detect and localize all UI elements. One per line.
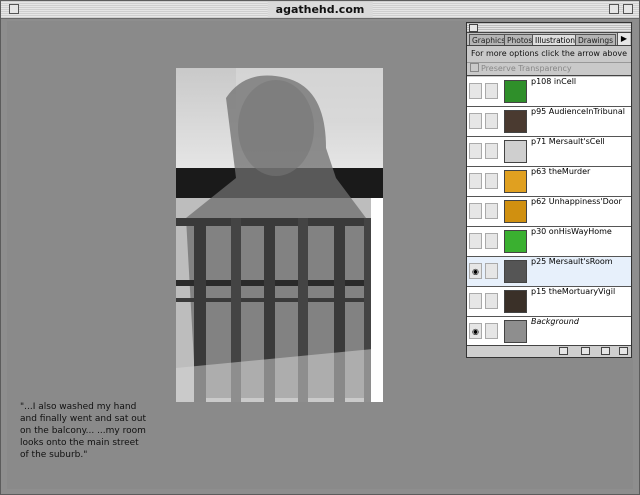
layer-row[interactable]: p95 AudienceInTribunal [467, 107, 631, 137]
quote-line: looks onto the main street [20, 438, 139, 448]
visibility-toggle[interactable] [469, 173, 482, 189]
palette-title-bar[interactable] [467, 23, 631, 33]
window-title: agathehd.com [267, 2, 373, 17]
layer-row[interactable]: p30 onHisWayHome [467, 227, 631, 257]
layer-thumbnail [504, 80, 527, 103]
palette-tabs: Graphics Photos Illustrations Drawings ▶ [467, 33, 631, 46]
new-layer-icon[interactable] [581, 347, 590, 355]
eye-icon[interactable]: ◉ [469, 263, 482, 279]
layer-thumbnail [504, 260, 527, 283]
visibility-toggle[interactable] [469, 233, 482, 249]
zoom-box[interactable] [609, 4, 619, 14]
close-box[interactable] [9, 4, 19, 14]
layer-name: p95 AudienceInTribunal [531, 107, 625, 116]
layer-thumbnail [504, 320, 527, 343]
link-toggle[interactable] [485, 233, 498, 249]
layer-name: p25 Mersault'sRoom [531, 257, 613, 266]
options-hint: For more options click the arrow above [467, 46, 631, 63]
palette-footer [467, 345, 631, 357]
layer-name: p71 Mersault'sCell [531, 137, 605, 146]
layer-name: p30 onHisWayHome [531, 227, 612, 236]
visibility-toggle[interactable] [469, 143, 482, 159]
preserve-transparency-label: Preserve Transparency [481, 64, 572, 73]
link-toggle[interactable] [485, 203, 498, 219]
layer-thumbnail [504, 170, 527, 193]
link-toggle[interactable] [485, 173, 498, 189]
layer-thumbnail [504, 200, 527, 223]
artwork-image [176, 68, 383, 402]
mersaults-room-illustration [176, 68, 383, 402]
triangle-right-icon[interactable]: ▶ [617, 33, 630, 45]
resize-grip-icon[interactable] [619, 347, 628, 355]
layer-thumbnail [504, 290, 527, 313]
link-toggle[interactable] [485, 143, 498, 159]
link-toggle[interactable] [485, 113, 498, 129]
layer-row[interactable]: p15 theMortuaryVigil [467, 287, 631, 317]
quote-line: "...I also washed my hand [20, 402, 137, 412]
quote-line: and finally went and sat out [20, 414, 146, 424]
layer-row[interactable]: ◉ p25 Mersault'sRoom [467, 257, 631, 287]
layer-name: Background [531, 317, 579, 326]
eye-icon[interactable]: ◉ [469, 323, 482, 339]
layer-row[interactable]: p108 inCell [467, 77, 631, 107]
link-toggle[interactable] [485, 293, 498, 309]
palette-close-box[interactable] [469, 24, 478, 32]
mask-icon[interactable] [559, 347, 568, 355]
quote-line: on the balcony... ...my room [20, 426, 146, 436]
title-bar[interactable]: agathehd.com [1, 1, 639, 19]
layer-thumbnail [504, 230, 527, 253]
quote-text: "...I also washed my hand and finally we… [20, 401, 170, 461]
link-toggle[interactable] [485, 83, 498, 99]
link-toggle[interactable] [485, 323, 498, 339]
layer-row[interactable]: p63 theMurder [467, 167, 631, 197]
tab-drawings[interactable]: Drawings [575, 34, 617, 45]
preserve-transparency-row[interactable]: Preserve Transparency [467, 63, 631, 76]
layer-row[interactable]: p62 Unhappiness'Door [467, 197, 631, 227]
visibility-toggle[interactable] [469, 113, 482, 129]
layer-name: p108 inCell [531, 77, 577, 86]
layer-thumbnail [504, 140, 527, 163]
link-toggle[interactable] [485, 263, 498, 279]
tab-photos[interactable]: Photos [504, 34, 536, 45]
visibility-toggle[interactable] [469, 293, 482, 309]
visibility-toggle[interactable] [469, 203, 482, 219]
collapse-box[interactable] [623, 4, 633, 14]
trash-icon[interactable] [601, 347, 610, 355]
preserve-transparency-checkbox[interactable] [470, 63, 479, 72]
layer-name: p15 theMortuaryVigil [531, 287, 616, 296]
layer-list: p108 inCell p95 AudienceInTribunal p71 Mer… [467, 77, 631, 347]
layer-row[interactable]: ◉ Background [467, 317, 631, 347]
visibility-toggle[interactable] [469, 83, 482, 99]
layer-thumbnail [504, 110, 527, 133]
layer-name: p63 theMurder [531, 167, 591, 176]
quote-line: of the suburb." [20, 450, 88, 460]
layer-name: p62 Unhappiness'Door [531, 197, 622, 206]
layers-palette: Graphics Photos Illustrations Drawings ▶… [466, 22, 632, 358]
tab-graphics[interactable]: Graphics [469, 34, 509, 45]
layer-row[interactable]: p71 Mersault'sCell [467, 137, 631, 167]
